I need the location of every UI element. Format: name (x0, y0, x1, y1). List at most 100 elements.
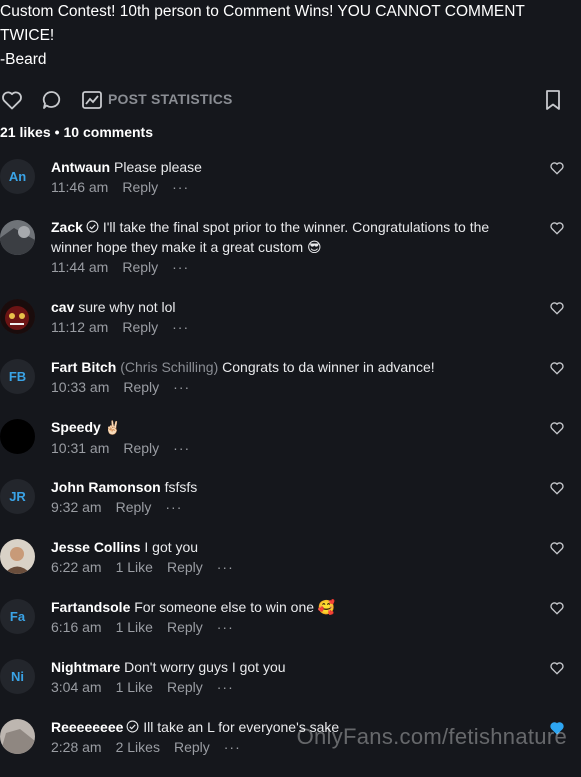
comment-row: FB Fart Bitch (Chris Schilling) Congrats… (0, 357, 581, 417)
comment-body: John Ramonson fsfsfs 9:32 am Reply ··· (51, 477, 529, 517)
separator: • (54, 124, 60, 140)
comment-meta: 11:46 am Reply ··· (51, 177, 529, 197)
likes-count[interactable]: 21 likes (0, 124, 51, 140)
avatar[interactable] (0, 419, 35, 454)
comment-like-icon[interactable] (549, 660, 565, 676)
comments-count[interactable]: 10 comments (64, 124, 153, 140)
comment-text: fsfsfs (164, 479, 198, 495)
reply-button[interactable]: Reply (122, 259, 158, 275)
reply-button[interactable]: Reply (122, 179, 158, 195)
comment-like-icon[interactable] (549, 540, 565, 556)
more-options-icon[interactable]: ··· (172, 259, 189, 275)
comment-text: sure why not lol (78, 299, 176, 315)
avatar[interactable]: Fa (0, 599, 35, 634)
bookmark-icon[interactable] (541, 88, 565, 112)
comment-like-count[interactable]: 1 Like (116, 619, 153, 635)
reply-button[interactable]: Reply (123, 440, 159, 456)
post-line: -Beard (0, 51, 47, 68)
chart-icon[interactable] (80, 88, 104, 112)
comment-text: Don't worry guys I got you (124, 659, 286, 675)
more-options-icon[interactable]: ··· (165, 499, 182, 515)
comment-like-count[interactable]: 1 Like (116, 679, 153, 695)
speech-bubble-icon[interactable] (40, 88, 64, 112)
comment-body: cav sure why not lol 11:12 am Reply ··· (51, 297, 529, 337)
comment-time: 10:33 am (51, 379, 110, 395)
comment-body: Zack I'll take the final spot prior to t… (51, 217, 529, 277)
reply-button[interactable]: Reply (167, 619, 203, 635)
reply-button[interactable]: Reply (167, 679, 203, 695)
more-options-icon[interactable]: ··· (173, 379, 190, 395)
heart-outline-icon[interactable] (0, 88, 24, 112)
commenter-name[interactable]: Jesse Collins (51, 539, 141, 555)
post-line: Custom Contest! 10th person to Comment W… (0, 3, 525, 20)
post-text: Custom Contest! 10th person to Comment W… (0, 0, 560, 72)
avatar[interactable] (0, 719, 35, 754)
reply-button[interactable]: Reply (167, 559, 203, 575)
comment-like-icon[interactable] (549, 600, 565, 616)
more-options-icon[interactable]: ··· (172, 319, 189, 335)
comment-body: Fartandsole For someone else to win one … (51, 597, 529, 637)
comment-like-icon[interactable] (549, 220, 565, 236)
comment-row: Zack I'll take the final spot prior to t… (0, 217, 581, 277)
commenter-name[interactable]: John Ramonson (51, 479, 161, 495)
comment-time: 6:16 am (51, 619, 102, 635)
avatar[interactable]: Ni (0, 659, 35, 694)
commenter-name[interactable]: Fartandsole (51, 599, 130, 615)
comment-like-icon[interactable] (549, 360, 565, 376)
avatar[interactable] (0, 220, 35, 255)
more-options-icon[interactable]: ··· (217, 679, 234, 695)
comment-like-icon[interactable] (549, 420, 565, 436)
commenter-name[interactable]: Nightmare (51, 659, 120, 675)
comment-time: 9:32 am (51, 499, 102, 515)
post-statistics-link[interactable]: POST STATISTICS (108, 91, 233, 107)
avatar[interactable]: JR (0, 479, 35, 514)
more-options-icon[interactable]: ··· (217, 559, 234, 575)
avatar[interactable] (0, 539, 35, 574)
comment-row: Fa Fartandsole For someone else to win o… (0, 597, 581, 657)
avatar[interactable]: An (0, 159, 35, 194)
reply-button[interactable]: Reply (116, 499, 152, 515)
comment-row: Ni Nightmare Don't worry guys I got you … (0, 657, 581, 717)
commenter-name[interactable]: Reeeeeeee (51, 719, 123, 735)
comment-text: Congrats to da winner in advance! (222, 359, 435, 375)
avatar[interactable]: FB (0, 359, 35, 394)
reply-button[interactable]: Reply (122, 319, 158, 335)
comment-meta: 6:22 am 1 Like Reply ··· (51, 557, 529, 577)
comment-time: 2:28 am (51, 739, 102, 755)
comment-like-icon[interactable] (549, 300, 565, 316)
comment-time: 6:22 am (51, 559, 102, 575)
comment-time: 11:44 am (51, 259, 109, 275)
reply-button[interactable]: Reply (174, 739, 210, 755)
comment-like-icon[interactable] (549, 480, 565, 496)
commenter-name[interactable]: Fart Bitch (51, 359, 116, 375)
comment-text: I got you (144, 539, 199, 555)
more-options-icon[interactable]: ··· (173, 440, 190, 456)
comment-body: Speedy ✌🏻 10:31 am Reply ··· (51, 417, 529, 458)
comment-meta: 10:33 am Reply ··· (51, 377, 529, 397)
verified-badge-icon (86, 220, 99, 233)
comment-meta: 9:32 am Reply ··· (51, 497, 529, 517)
commenter-name[interactable]: Antwaun (51, 159, 110, 175)
comment-row: Speedy ✌🏻 10:31 am Reply ··· (0, 417, 581, 477)
comment-meta: 3:04 am 1 Like Reply ··· (51, 677, 529, 697)
comment-like-count[interactable]: 1 Like (116, 559, 153, 575)
comment-meta: 11:44 am Reply ··· (51, 257, 529, 277)
avatar[interactable] (0, 299, 35, 334)
post-line: TWICE! (0, 27, 55, 44)
comment-row: Jesse Collins I got you 6:22 am 1 Like Rep… (0, 537, 581, 597)
commenter-name[interactable]: Speedy (51, 419, 101, 435)
more-options-icon[interactable]: ··· (224, 739, 241, 755)
comment-meta: 11:12 am Reply ··· (51, 317, 529, 337)
reply-button[interactable]: Reply (123, 379, 159, 395)
more-options-icon[interactable]: ··· (172, 179, 189, 195)
more-options-icon[interactable]: ··· (217, 619, 234, 635)
commenter-name[interactable]: Zack (51, 219, 83, 235)
comment-body: Nightmare Don't worry guys I got you 3:0… (51, 657, 529, 697)
comment-like-count[interactable]: 2 Likes (116, 739, 160, 755)
comment-row: cav sure why not lol 11:12 am Reply ··· (0, 297, 581, 357)
comment-like-icon[interactable] (549, 160, 565, 176)
commenter-name[interactable]: cav (51, 299, 74, 315)
comment-meta: 10:31 am Reply ··· (51, 438, 529, 458)
comment-row: JR John Ramonson fsfsfs 9:32 am Reply ··· (0, 477, 581, 537)
verified-badge-icon (126, 720, 139, 733)
